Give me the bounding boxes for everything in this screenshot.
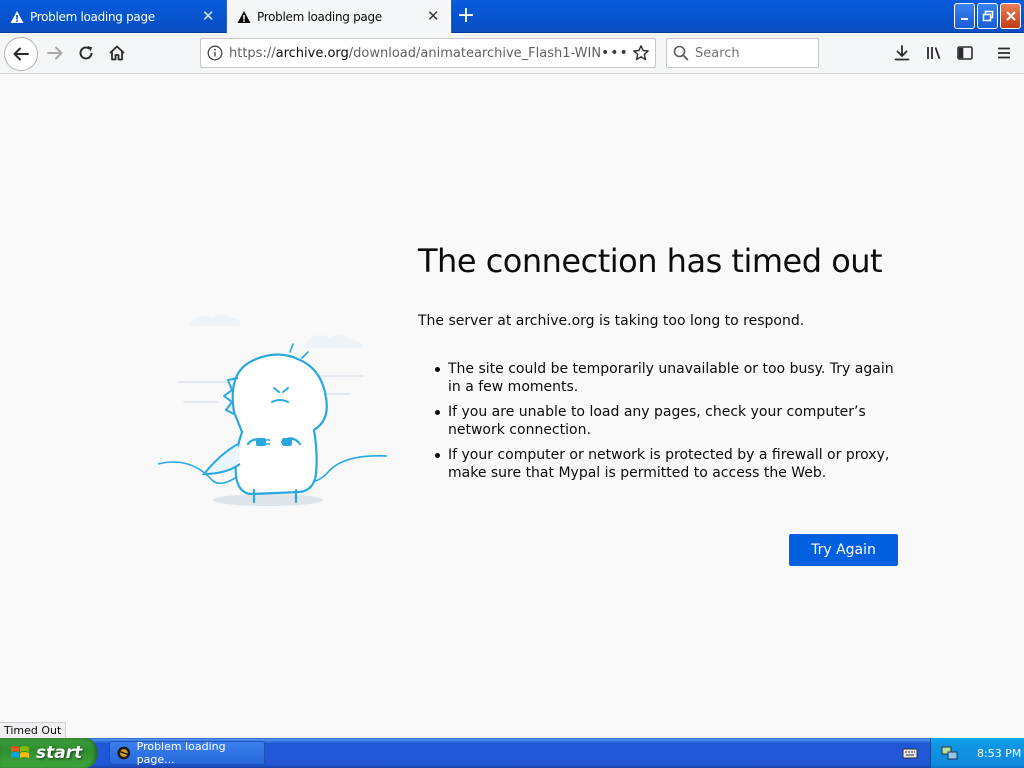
new-tab-plus-icon[interactable]: + <box>454 5 478 29</box>
minimize-button[interactable] <box>954 3 975 29</box>
url-scheme: https:// <box>229 45 276 61</box>
forward-button[interactable] <box>40 38 70 68</box>
error-title: The connection has timed out <box>418 242 883 280</box>
error-description: The server at archive.org is taking too … <box>418 313 805 329</box>
url-text[interactable]: https://archive.org/download/animatearch… <box>229 46 601 61</box>
browser-app-icon <box>117 746 131 760</box>
unplugged-dinosaur-illustration <box>157 314 388 506</box>
search-bar[interactable] <box>666 38 819 68</box>
close-window-button[interactable] <box>1000 3 1021 29</box>
network-icon[interactable] <box>941 745 959 761</box>
list-item: If your computer or network is protected… <box>435 446 908 482</box>
url-host: archive.org <box>275 45 349 61</box>
reload-button[interactable] <box>71 38 101 68</box>
try-again-button[interactable]: Try Again <box>789 534 898 566</box>
tab-close-icon[interactable]: ✕ <box>200 9 216 25</box>
bookmark-star-icon[interactable] <box>627 44 655 62</box>
start-button[interactable]: start <box>0 738 97 768</box>
navigation-toolbar: https://archive.org/download/animatearch… <box>0 33 1024 74</box>
keyboard-layout-icon[interactable] <box>902 745 918 761</box>
taskbar-item-label: Problem loading page... <box>136 740 226 766</box>
windows-flag-icon <box>11 746 29 758</box>
close-icon <box>1005 11 1016 21</box>
taskbar-window-item[interactable]: Problem loading page... <box>109 740 265 766</box>
back-button[interactable] <box>4 37 38 71</box>
tab-title: Problem loading page <box>257 9 382 24</box>
tab-problem-loading-2[interactable]: Problem loading page ✕ <box>226 0 452 33</box>
restore-button[interactable] <box>977 3 998 29</box>
download-icon <box>894 45 910 61</box>
window-controls <box>954 3 1021 29</box>
tab-title: Problem loading page <box>30 9 155 24</box>
warning-icon <box>10 10 24 23</box>
back-arrow-icon <box>13 47 29 61</box>
home-button[interactable] <box>102 38 132 68</box>
minimize-icon <box>960 18 968 20</box>
reload-icon <box>79 46 93 60</box>
clock[interactable]: 8:53 PM <box>977 747 1021 760</box>
menu-button[interactable] <box>989 38 1019 68</box>
library-icon <box>927 47 941 60</box>
list-item: The site could be temporarily unavailabl… <box>435 360 908 396</box>
downloads-button[interactable] <box>887 38 917 68</box>
forward-arrow-icon <box>47 46 63 60</box>
list-item: If you are unable to load any pages, che… <box>435 403 908 439</box>
taskbar: start Problem loading page... 8:53 PM <box>0 738 1024 768</box>
restore-icon <box>982 10 993 22</box>
search-icon <box>667 45 695 61</box>
hamburger-menu-icon <box>998 47 1010 59</box>
status-bar-text: Timed Out <box>0 722 67 738</box>
warning-icon <box>237 10 251 23</box>
tab-problem-loading-1[interactable]: Problem loading page ✕ <box>0 0 226 33</box>
error-page: The connection has timed out The server … <box>0 74 1024 737</box>
url-bar[interactable]: https://archive.org/download/animatearch… <box>200 38 656 68</box>
page-actions-ellipsis-icon[interactable]: ••• <box>601 45 628 61</box>
error-suggestions-list: The site could be temporarily unavailabl… <box>435 360 908 489</box>
start-label: start <box>36 743 83 763</box>
url-path: /download/animatearchive_Flash1-WIN <box>348 45 601 61</box>
sidebar-toggle-button[interactable] <box>950 38 980 68</box>
sidebar-icon <box>957 46 973 60</box>
search-input[interactable] <box>695 45 810 61</box>
library-button[interactable] <box>919 38 949 68</box>
system-tray: 8:53 PM <box>930 738 1024 768</box>
tab-strip: Problem loading page ✕ Problem loading p… <box>0 0 1024 33</box>
home-icon <box>109 45 125 61</box>
tab-close-icon[interactable]: ✕ <box>425 9 441 25</box>
site-info-icon[interactable] <box>201 45 229 61</box>
